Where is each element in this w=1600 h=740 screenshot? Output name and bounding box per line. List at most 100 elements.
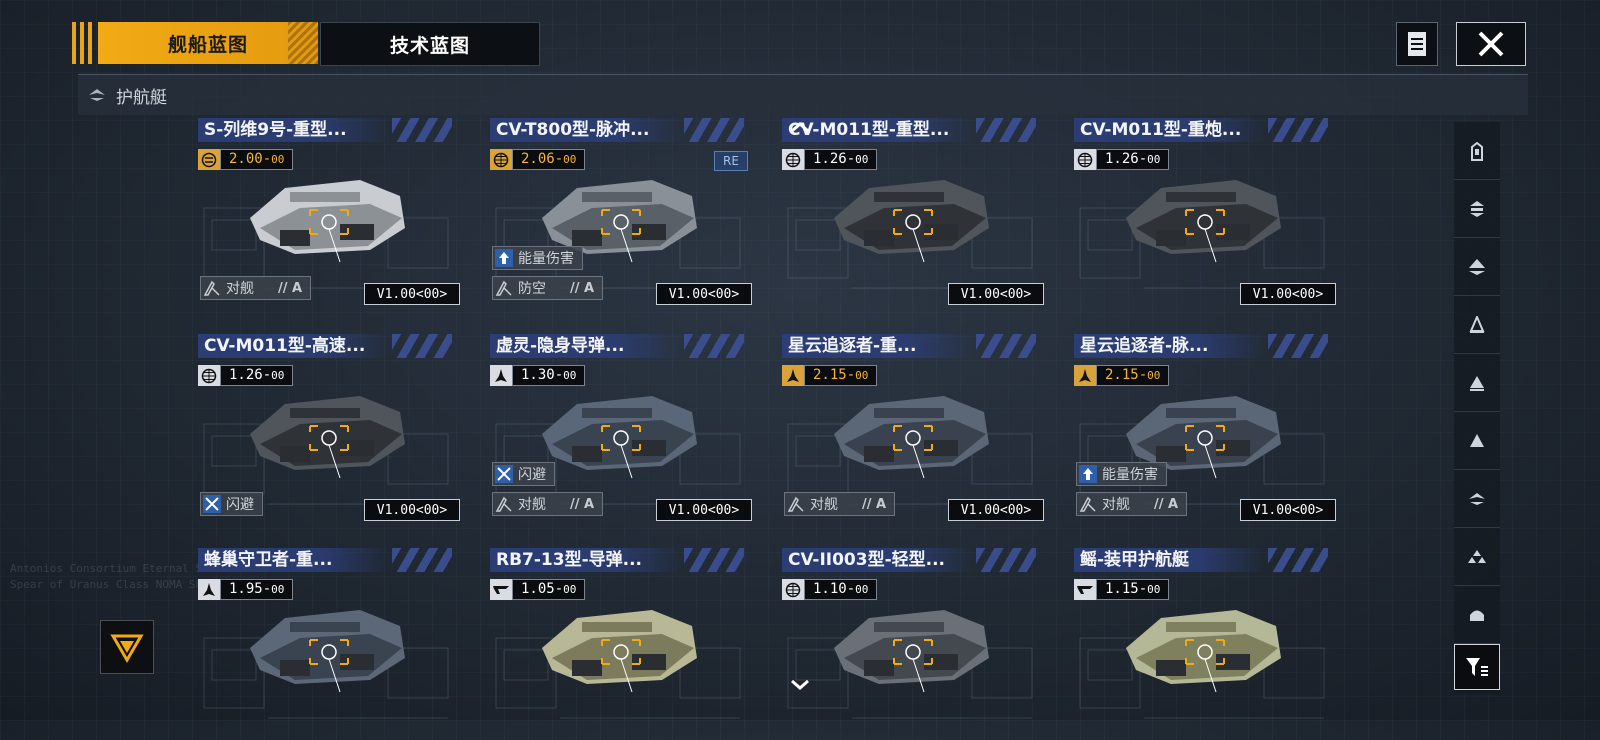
filter-cruiser[interactable] [1454, 238, 1500, 296]
ship-image [834, 610, 989, 693]
ship-image [834, 396, 989, 479]
top-bar: 舰船蓝图 技术蓝图 [72, 22, 1528, 66]
ship-name: CV-T800型-脉冲... [490, 118, 744, 142]
auxiliary-class-icon [1470, 610, 1484, 621]
frigate-class-icon [1470, 375, 1484, 391]
ship-card[interactable]: 蜂巢守卫者-重... 1.95-00 [198, 548, 460, 740]
trait-label: 对舰 [226, 281, 254, 297]
category-bar[interactable]: 护航艇 [78, 74, 1528, 115]
ship-name: 星云追逐者-重... [782, 334, 1036, 358]
fighter-class-icon [1468, 549, 1486, 563]
arrow-up-icon [494, 248, 514, 268]
chevron-down-icon [791, 679, 809, 690]
ship-name: 虚灵-隐身导弹... [490, 334, 744, 358]
ship-name: CV-M011型-高速... [198, 334, 452, 358]
blueprint-version: V1.00<00> [364, 499, 460, 521]
trait-label: 对舰 [1102, 497, 1130, 513]
wing-icon [490, 579, 512, 600]
ship-card[interactable]: RB7-13型-导弹... 1.05-00 [490, 548, 752, 740]
filter-carrier[interactable] [1454, 180, 1500, 238]
arrow-up-icon [1078, 464, 1098, 484]
blueprint-version: V1.00<00> [656, 283, 752, 305]
blueprint-version: V1.00<00> [656, 499, 752, 521]
ship-trait-tag: 对舰 // A [200, 276, 312, 300]
ship-name: 鳐-装甲护航艇 [1074, 548, 1328, 572]
filter-auxiliary[interactable] [1454, 586, 1500, 644]
globe-icon [490, 149, 512, 170]
ship-image [542, 396, 697, 479]
trait-label: 对舰 [810, 497, 838, 513]
ship-trait-tag: 能量伤害 [492, 246, 583, 270]
ship-card[interactable]: CV-M011型-高速... 1.26-00 闪避 V1.00<00> [198, 334, 460, 526]
globe-icon [782, 579, 804, 600]
ship-card[interactable]: 鳐-装甲护航艇 1.15-00 [1074, 548, 1336, 740]
trait-grade: // A [570, 280, 595, 296]
filter-corvette[interactable] [1454, 412, 1500, 470]
chevron-up-icon [791, 122, 809, 133]
battleship-class-icon [1471, 141, 1483, 161]
ship-filter-column [1454, 122, 1500, 694]
ship-card[interactable]: CV-M011型-重型... 1.26-00 V1.00<00> [782, 118, 1044, 310]
ship-card[interactable]: 虚灵-隐身导弹... 1.30-00 闪避 对舰 // A V1.00<00> [490, 334, 752, 526]
filter-escort[interactable] [1454, 470, 1500, 528]
close-icon [1478, 31, 1504, 57]
document-icon [1408, 32, 1426, 56]
tab-tech-blueprints[interactable]: 技术蓝图 [320, 22, 540, 66]
ship-image [1126, 180, 1281, 263]
ship-card[interactable]: 星云追逐者-重... 2.15-00 对舰 // A V1.00<00> [782, 334, 1044, 526]
blueprint-version: V1.00<00> [364, 283, 460, 305]
escort-class-icon [1469, 492, 1485, 505]
anti-ship-icon [494, 494, 514, 514]
triangle-down-icon [110, 634, 144, 663]
filter-battleship[interactable] [1454, 122, 1500, 180]
ship-card[interactable]: CV-T800型-脉冲... 2.06-00 RE 能量伤害 防空 // A V… [490, 118, 752, 310]
trait-label: 对舰 [518, 497, 546, 513]
ship-trait-tag: 对舰 // A [492, 492, 604, 516]
scroll-up-button[interactable] [790, 118, 810, 137]
document-button[interactable] [1396, 22, 1438, 66]
scroll-down-button[interactable] [790, 676, 810, 695]
trait-grade: // A [1154, 496, 1179, 512]
trait-label: 能量伤害 [518, 251, 574, 267]
tab-accent-stripes [72, 22, 94, 64]
category-label: 护航艇 [116, 87, 167, 108]
ship-name: CV-M011型-重炮... [1074, 118, 1328, 142]
filter-destroyer[interactable] [1454, 296, 1500, 354]
tab-ship-blueprints[interactable]: 舰船蓝图 [98, 22, 318, 64]
globe-icon [1074, 149, 1096, 170]
ship-card[interactable]: CV-M011型-重炮... 1.26-00 V1.00<00> [1074, 118, 1336, 310]
carrier-class-icon [1470, 200, 1484, 217]
ship-card[interactable]: CV-II003型-轻型... 1.10-00 [782, 548, 1044, 740]
ship-card[interactable]: S-列维9号-重型... 2.00-00 对舰 // A V1.00<00> [198, 118, 460, 310]
ship-name: RB7-13型-导弹... [490, 548, 744, 572]
filter-frigate[interactable] [1454, 354, 1500, 412]
close-button[interactable] [1456, 22, 1526, 66]
ship-trait-tag: 对舰 // A [1076, 492, 1188, 516]
trait-label: 能量伤害 [1102, 467, 1158, 483]
collapse-panel-button[interactable] [100, 620, 154, 674]
ship-card[interactable]: 星云追逐者-脉... 2.15-00 能量伤害 对舰 // A V1.00<00… [1074, 334, 1336, 526]
trait-label: 闪避 [226, 497, 254, 513]
rocket-icon [782, 365, 804, 386]
anti-ship-icon [202, 278, 222, 298]
ship-image [250, 610, 405, 693]
trait-grade: // A [862, 496, 887, 512]
frigate-class-icon [86, 84, 108, 106]
ship-trait-tag: 闪避 [200, 492, 263, 516]
anti-ship-icon [494, 278, 514, 298]
ship-trait-tag: 能量伤害 [1076, 462, 1167, 486]
ship-name: CV-II003型-轻型... [782, 548, 1036, 572]
rocket-icon [198, 579, 220, 600]
blueprint-version: V1.00<00> [1240, 499, 1336, 521]
ship-image [834, 180, 989, 263]
anti-ship-icon [786, 494, 806, 514]
filter-menu-button[interactable] [1454, 644, 1500, 690]
ship-trait-tag: 防空 // A [492, 276, 604, 300]
blueprint-version: V1.00<00> [948, 283, 1044, 305]
anti-ship-icon [1078, 494, 1098, 514]
corvette-class-icon [1470, 433, 1484, 447]
rocket-icon [490, 365, 512, 386]
wing-icon [1074, 579, 1096, 600]
filter-fighter[interactable] [1454, 528, 1500, 586]
filter-icon [1466, 658, 1488, 676]
